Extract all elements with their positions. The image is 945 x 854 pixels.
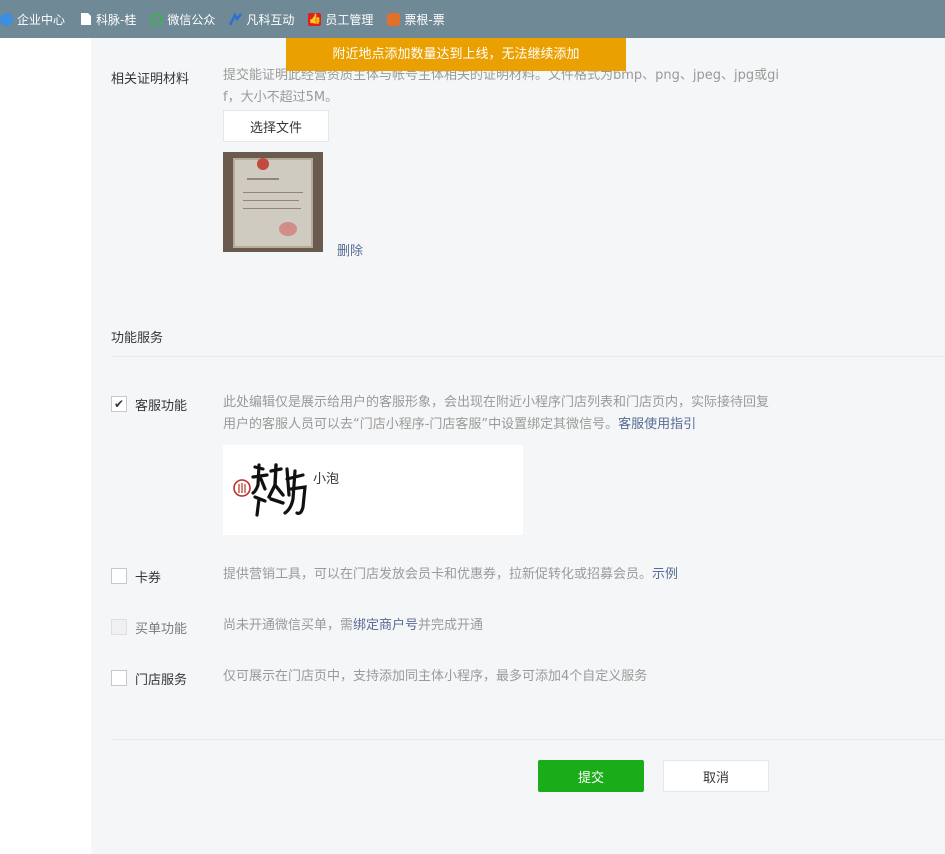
delete-file-link[interactable]: 删除 [337,240,363,259]
section-title: 功能服务 [111,331,164,346]
license-stamp-icon [279,222,297,236]
bookmark-fanke[interactable]: 凡科互动 [229,11,294,28]
pay-desc-before: 尚未开通微信买单，需 [223,618,354,633]
coupon-example-link[interactable]: 示例 [652,567,678,582]
license-title-line [247,178,279,180]
pay-desc-after: 并完成开通 [418,618,484,633]
choose-file-button[interactable]: 选择文件 [223,110,329,142]
bookmarks-bar: 企业中心 科脉-桂 微信公众 凡科互动 👍 员工管理 票根-票 [0,0,945,38]
bookmark-wechat-mp[interactable]: 微信公众 [150,11,215,28]
license-document [233,158,313,248]
coupon-checkbox[interactable] [111,568,127,584]
coupon-desc-text: 提供营销工具，可以在门店发放会员卡和优惠券，拉新促转化或招募会员。 [223,567,653,582]
limit-warning-toast: 附近地点添加数量达到上线，无法继续添加 [286,38,626,71]
store-service-label: 门店服务 [135,673,188,688]
submit-button[interactable]: 提交 [538,760,644,792]
customer-service-desc-line2: 用户的客服人员可以去“门店小程序-门店客服”中设置绑定其微信号。 [223,417,619,432]
proof-description: 提交能证明此经营资质主体与帐号主体相关的证明材料。文件格式为bmp、png、jp… [223,65,833,109]
bookmark-staff[interactable]: 👍 员工管理 [308,11,373,28]
store-service-desc: 仅可展示在门店页中，支持添加同主体小程序，最多可添加4个自定义服务 [223,669,648,684]
business-license-thumbnail [223,152,323,252]
pay-desc: 尚未开通微信买单，需绑定商户号并完成开通 [223,615,483,637]
cancel-button[interactable]: 取消 [663,760,769,792]
customer-service-checkbox[interactable]: ✔ [111,396,127,412]
license-text-line [243,200,299,201]
proof-desc-line2: f，大小不超过5M。 [223,90,339,105]
customer-service-label: 客服功能 [135,399,188,414]
license-emblem-icon [257,158,269,170]
license-text-line [243,208,301,209]
thumb-up-icon: 👍 [308,12,322,26]
bookmark-qiye[interactable]: 企业中心 [0,11,65,28]
customer-service-desc-line1: 此处编辑仅是展示给用户的客服形象，会出现在附近小程序门店列表和门店页内，实际接待… [223,395,770,410]
agent-name: 小泡 [313,472,340,487]
ticket-icon [387,12,401,26]
customer-service-guide-link[interactable]: 客服使用指引 [618,417,696,432]
pay-checkbox [111,619,127,635]
customer-service-desc: 此处编辑仅是展示给用户的客服形象，会出现在附近小程序门店列表和门店页内，实际接待… [223,392,833,436]
coupon-label: 卡券 [135,571,162,586]
bookmark-kemai[interactable]: 科脉-桂 [79,11,136,28]
wechat-icon [150,12,164,26]
section-divider [111,356,945,357]
bookmark-piaogen[interactable]: 票根-票 [387,11,445,28]
pay-label: 买单功能 [135,622,188,637]
customer-service-card[interactable]: 小泡 [223,445,523,535]
left-gutter [0,38,91,854]
proof-label: 相关证明材料 [111,72,190,87]
store-service-checkbox[interactable] [111,670,127,686]
bind-merchant-link[interactable]: 绑定商户号 [353,618,418,633]
coupon-desc: 提供营销工具，可以在门店发放会员卡和优惠券，拉新促转化或招募会员。示例 [223,564,678,586]
checkmark-icon: ✔ [113,397,125,411]
page-icon [79,13,92,26]
license-text-line [243,192,303,193]
footer-divider [111,739,945,740]
globe-icon [0,12,13,26]
fanke-icon [229,12,243,26]
agent-avatar [231,455,311,525]
store-form-panel: 相关证明材料 提交能证明此经营资质主体与帐号主体相关的证明材料。文件格式为bmp… [91,38,945,854]
